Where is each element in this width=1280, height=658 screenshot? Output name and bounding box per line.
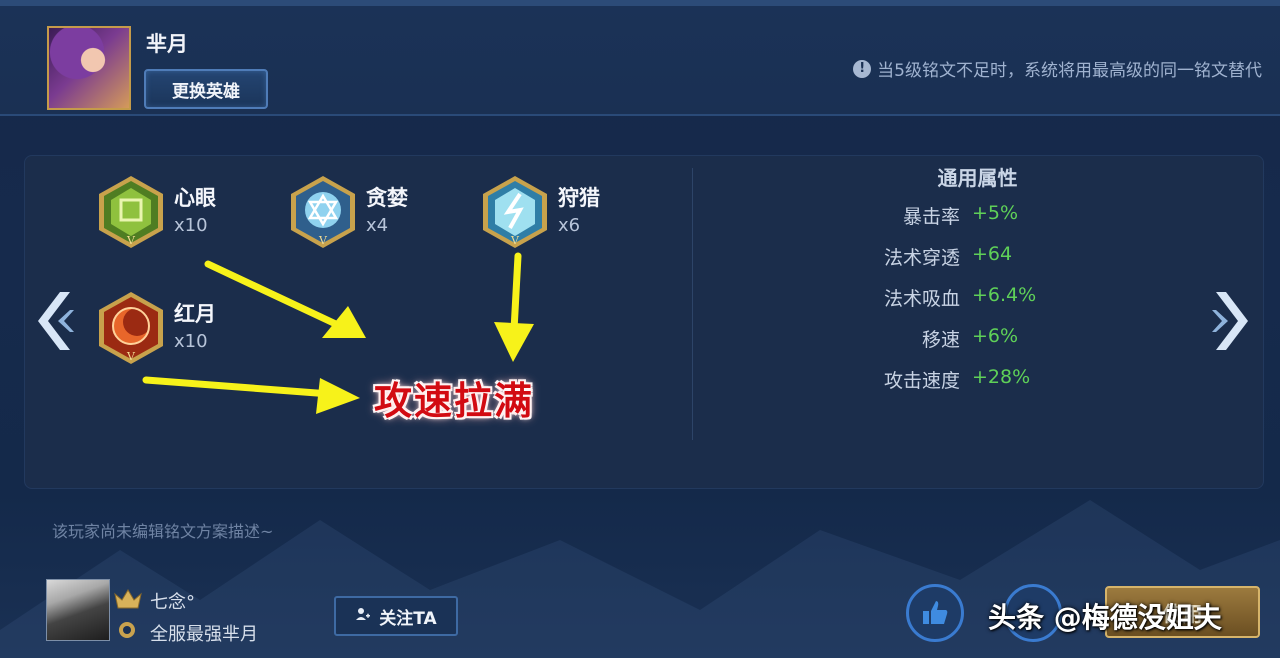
hongyue-gem-icon: V — [96, 290, 166, 366]
xinyan-gem-icon: V — [96, 174, 166, 250]
annotation-label: 攻速拉满 — [374, 378, 535, 423]
follow-label: 关注TA — [379, 608, 437, 629]
like-button[interactable] — [906, 584, 964, 642]
next-page-arrow-icon[interactable] — [1210, 288, 1256, 354]
attribute-row: 攻击速度 +28% — [792, 366, 1030, 393]
svg-text:V: V — [318, 234, 328, 247]
attribute-row: 暴击率 +5% — [792, 202, 1018, 229]
scheme-description: 该玩家尚未编辑铭文方案描述~ — [52, 522, 274, 541]
rank-crown-icon — [114, 589, 142, 609]
swap-hero-button[interactable]: 更换英雄 — [144, 69, 268, 109]
inscription-item[interactable]: V 红月 x10 — [96, 290, 216, 366]
add-person-icon — [355, 606, 371, 627]
inscription-name: 狩猎 — [558, 186, 600, 210]
info-icon: ! — [853, 59, 872, 78]
attribute-value: +6.4% — [972, 284, 1037, 306]
attribute-value: +5% — [972, 202, 1019, 224]
watermark: 头条 @梅德没姐夫 — [988, 601, 1222, 634]
svg-text:V: V — [510, 234, 520, 247]
notice: ! 当5级铭文不足时，系统将用最高级的同一铭文替代 — [853, 56, 1262, 81]
prev-page-arrow-icon[interactable] — [30, 288, 76, 354]
title-badge-icon — [119, 622, 135, 638]
attribute-value: +28% — [972, 366, 1031, 388]
inscription-name: 红月 — [174, 302, 216, 326]
svg-text:V: V — [126, 350, 136, 363]
inscription-count: x10 — [174, 331, 208, 352]
inscription-item[interactable]: V 贪婪 x4 — [288, 174, 408, 250]
notice-text: 当5级铭文不足时，系统将用最高级的同一铭文替代 — [877, 61, 1262, 81]
author-name[interactable]: 七念° — [150, 588, 195, 614]
svg-text:V: V — [126, 234, 136, 247]
author-title: 全服最强芈月 — [150, 624, 258, 645]
inscription-count: x4 — [366, 215, 389, 236]
hero-name: 芈月 — [146, 32, 188, 56]
follow-button[interactable]: 关注TA — [334, 596, 458, 636]
inscription-count: x6 — [558, 215, 581, 236]
attribute-row: 法术吸血 +6.4% — [792, 284, 1036, 311]
attribute-label: 暴击率 — [902, 206, 960, 228]
hero-portrait[interactable] — [47, 26, 131, 110]
attributes-title: 通用属性 — [937, 166, 1018, 190]
attribute-label: 法术吸血 — [883, 288, 960, 310]
inscription-count: x10 — [174, 215, 208, 236]
attribute-label: 移速 — [921, 329, 960, 351]
attribute-row: 移速 +6% — [792, 325, 1018, 352]
attribute-label: 法术穿透 — [883, 247, 960, 269]
inscription-name: 心眼 — [174, 186, 216, 210]
thumbs-up-icon — [923, 601, 948, 624]
attribute-value: +64 — [972, 243, 1013, 265]
header-bar: 芈月 更换英雄 ! 当5级铭文不足时，系统将用最高级的同一铭文替代 — [0, 0, 1280, 116]
shoulie-gem-icon: V — [480, 174, 550, 250]
attribute-label: 攻击速度 — [883, 370, 960, 392]
inscription-item[interactable]: V 心眼 x10 — [96, 174, 216, 250]
panel-divider — [692, 168, 693, 440]
author-avatar[interactable] — [46, 579, 110, 641]
tanlan-gem-icon: V — [288, 174, 358, 250]
inscription-item[interactable]: V 狩猎 x6 — [480, 174, 600, 250]
inscription-name: 贪婪 — [366, 186, 408, 210]
attribute-row: 法术穿透 +64 — [792, 243, 1012, 270]
attribute-value: +6% — [972, 325, 1019, 347]
